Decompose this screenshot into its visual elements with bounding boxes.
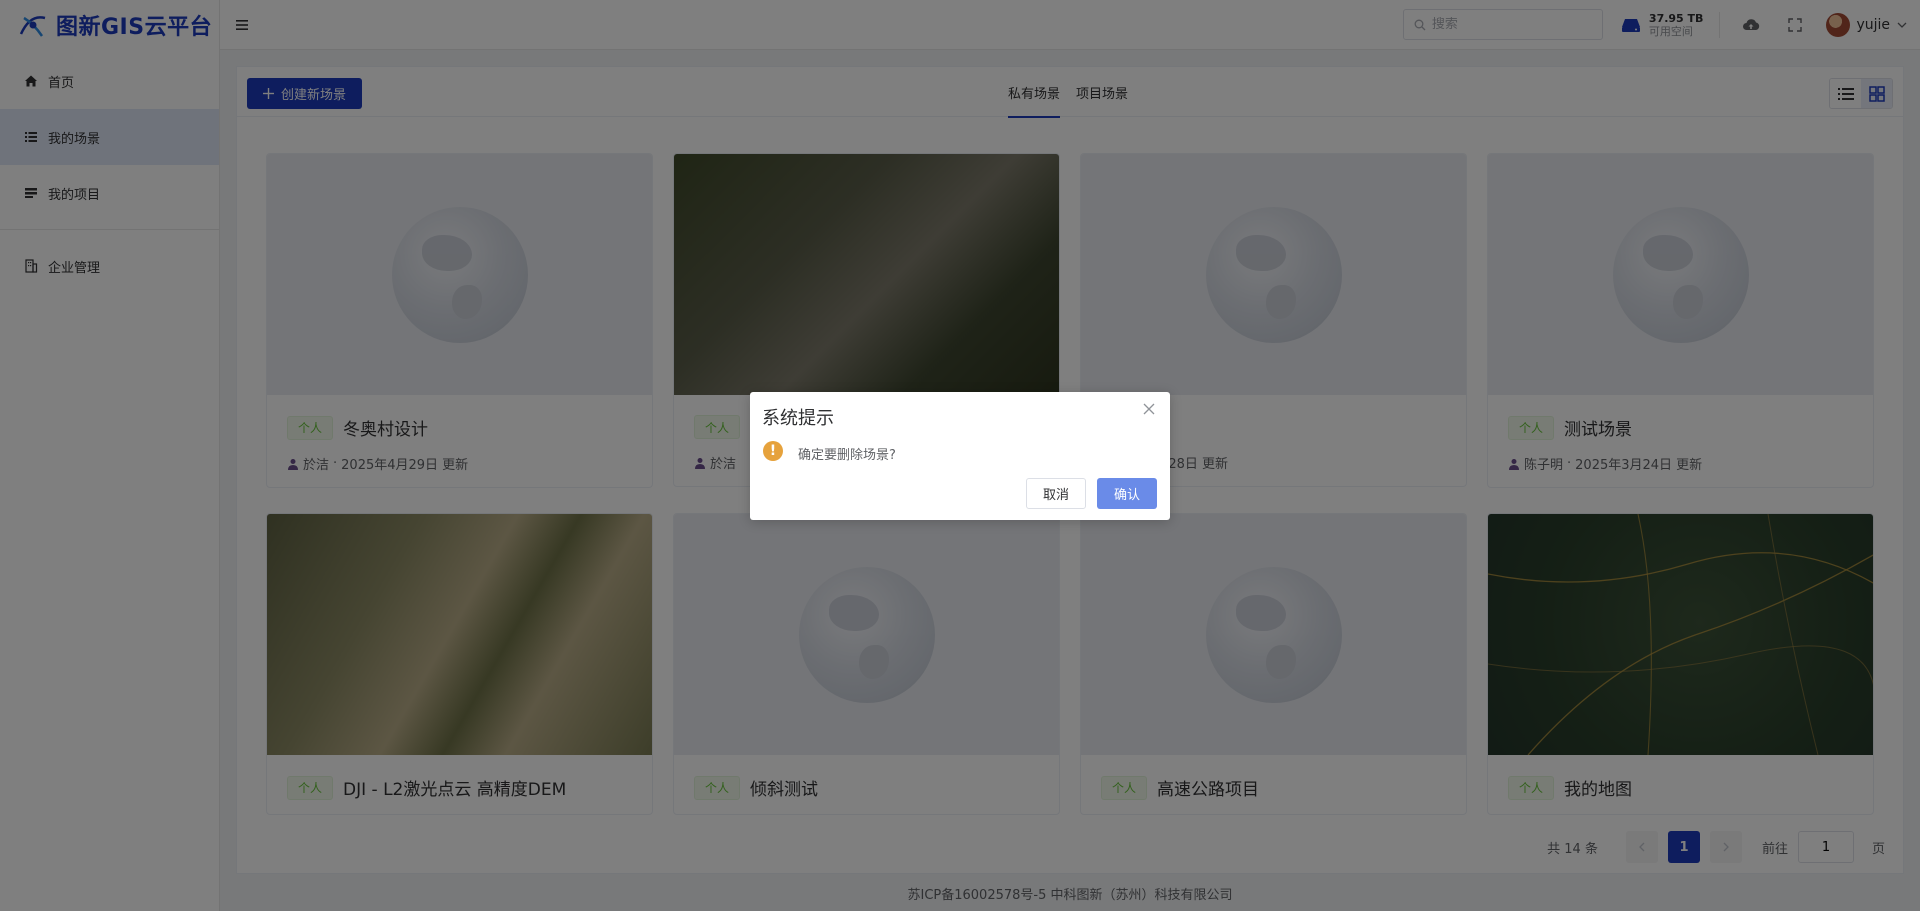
cancel-button[interactable]: 取消: [1026, 478, 1086, 509]
dialog-message: 确定要删除场景?: [798, 448, 896, 463]
confirm-dialog: 系统提示 ! 确定要删除场景? 取消 确认: [750, 392, 1170, 520]
warning-icon: !: [763, 441, 783, 461]
close-icon[interactable]: [1142, 402, 1156, 416]
dialog-title: 系统提示: [762, 408, 834, 429]
confirm-button[interactable]: 确认: [1097, 478, 1157, 509]
